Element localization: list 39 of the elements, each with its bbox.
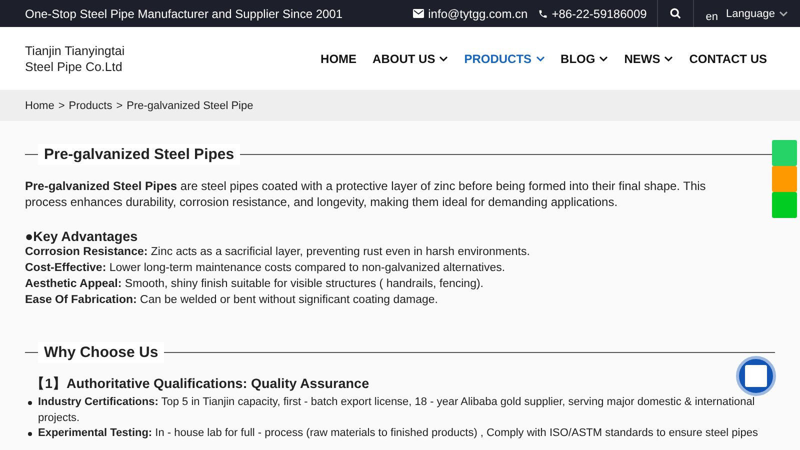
nav-link[interactable]: PRODUCTS [464, 52, 545, 66]
language-code: en [706, 10, 718, 22]
advantages-heading: ●Key Advantages [25, 229, 139, 244]
chevron-down-icon [779, 10, 788, 16]
section-heading: Pre-galvanized Steel Pipes [38, 144, 240, 165]
breadcrumb-link[interactable]: Pre-galvanized Steel Pipe [126, 100, 254, 112]
chat-button[interactable] [736, 356, 776, 396]
advantage-item: Ease Of Fabrication: Can be welded or bent without significant coating damage. [25, 293, 439, 308]
nav-link[interactable]: ABOUT US [372, 52, 448, 66]
breadcrumb-separator: > [116, 100, 123, 112]
phone-number: +86-22-59186009 [552, 6, 647, 20]
search-icon[interactable] [670, 8, 681, 19]
nav-link[interactable]: HOME [320, 52, 357, 66]
company-name[interactable]: Tianjin Tianyingtai Steel Pipe Co.Ltd [25, 42, 155, 74]
subheading: 【1】Authoritative Qualifications: Quality Assurance [31, 375, 370, 393]
advantage-item: Corrosion Resistance: Zinc acts as a sacrificial layer, preventing rust even in harsh environments. [25, 245, 531, 260]
side-contact-button[interactable] [772, 192, 797, 218]
breadcrumb-link[interactable]: Products [68, 100, 112, 112]
bullet-text: Experimental Testing: In - house lab for full - process (raw materials to finished products) , Comply with ISO/ASTM standards to ensure steel pipes [38, 426, 758, 441]
language-selector[interactable]: Language [726, 8, 788, 20]
phone-icon [538, 8, 548, 18]
bullet-icon [28, 401, 32, 405]
intro-paragraph: Pre-galvanized Steel Pipes are steel pipes coated with a protective layer of zinc before being formed into their final shape. This process enhances durability, corrosion resistance, and longevity, making them ideal for demanding applications. [25, 178, 707, 210]
chat-icon [745, 365, 767, 387]
advantage-item: Cost-Effective: Lower long-term maintenance costs compared to non-galvanized alternatives. [25, 261, 506, 276]
nav-link[interactable]: CONTACT US [689, 52, 767, 66]
nav-link[interactable]: BLOG [560, 52, 608, 66]
bullet-icon [28, 432, 32, 436]
tagline: One-Stop Steel Pipe Manufacturer and Supplier Since 2001 [25, 6, 344, 20]
breadcrumb-separator: > [58, 100, 65, 112]
breadcrumb-link[interactable]: Home [25, 100, 54, 112]
bullet-text: Industry Certifications: Top 5 in Tianjin capacity, first - batch export license, 18 - year Alibaba gold supplier, serving major domestic & international projects. [38, 395, 756, 426]
nav-link[interactable]: NEWS [624, 52, 674, 66]
envelope-icon [413, 9, 424, 18]
side-contact-button[interactable] [772, 140, 797, 166]
section-heading: Why Choose Us [38, 342, 164, 363]
email-link[interactable]: info@tytgg.com.cn [428, 6, 528, 20]
side-contact-button[interactable] [772, 166, 797, 192]
advantage-item: Aesthetic Appeal: Smooth, shiny finish suitable for visible structures ( handrails, fencing). [25, 277, 484, 292]
